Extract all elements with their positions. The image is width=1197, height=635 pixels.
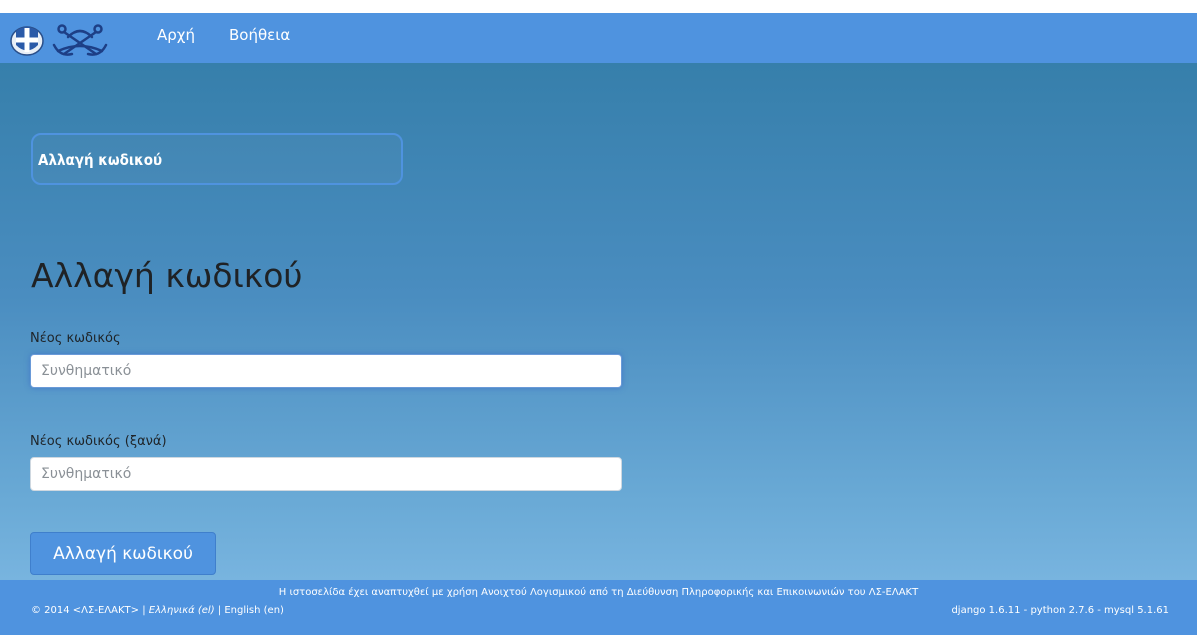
footer-left: © 2014 <ΛΣ-ΕΛΑΚΤ> | Ελληνικά (el) | Engl… — [31, 605, 284, 616]
footer-versions: django 1.6.11 - python 2.7.6 - mysql 5.1… — [951, 605, 1169, 616]
language-greek-link[interactable]: Ελληνικά (el) — [149, 605, 215, 616]
top-navbar: Αρχή Βοήθεια — [0, 13, 1197, 63]
main-content: Αλλαγή κωδικού Αλλαγή κωδικού Νέος κωδικ… — [0, 63, 1197, 580]
new-password-input[interactable] — [30, 354, 622, 388]
language-english-link[interactable]: English (en) — [224, 605, 284, 616]
nav-link-help[interactable]: Βοήθεια — [229, 26, 290, 44]
repeat-password-label: Νέος κωδικός (ξανά) — [30, 434, 167, 449]
breadcrumb-label: Αλλαγή κωδικού — [38, 151, 163, 169]
footer: Η ιστοσελίδα έχει αναπτυχθεί με χρήση Αν… — [0, 580, 1197, 635]
footer-separator: | — [142, 605, 146, 616]
page-title: Αλλαγή κωδικού — [31, 256, 303, 295]
footer-copyright: © 2014 <ΛΣ-ΕΛΑΚΤ> — [31, 605, 139, 616]
footer-separator: | — [217, 605, 222, 616]
repeat-password-input[interactable] — [30, 457, 622, 491]
new-password-label: Νέος κωδικός — [30, 331, 121, 346]
crossed-anchors-icon[interactable] — [50, 23, 110, 57]
change-password-button[interactable]: Αλλαγή κωδικού — [30, 532, 216, 575]
nav-link-home[interactable]: Αρχή — [157, 26, 195, 44]
greek-coat-of-arms-icon[interactable] — [10, 23, 44, 57]
footer-developer-note: Η ιστοσελίδα έχει αναπτυχθεί με χρήση Αν… — [278, 587, 919, 598]
